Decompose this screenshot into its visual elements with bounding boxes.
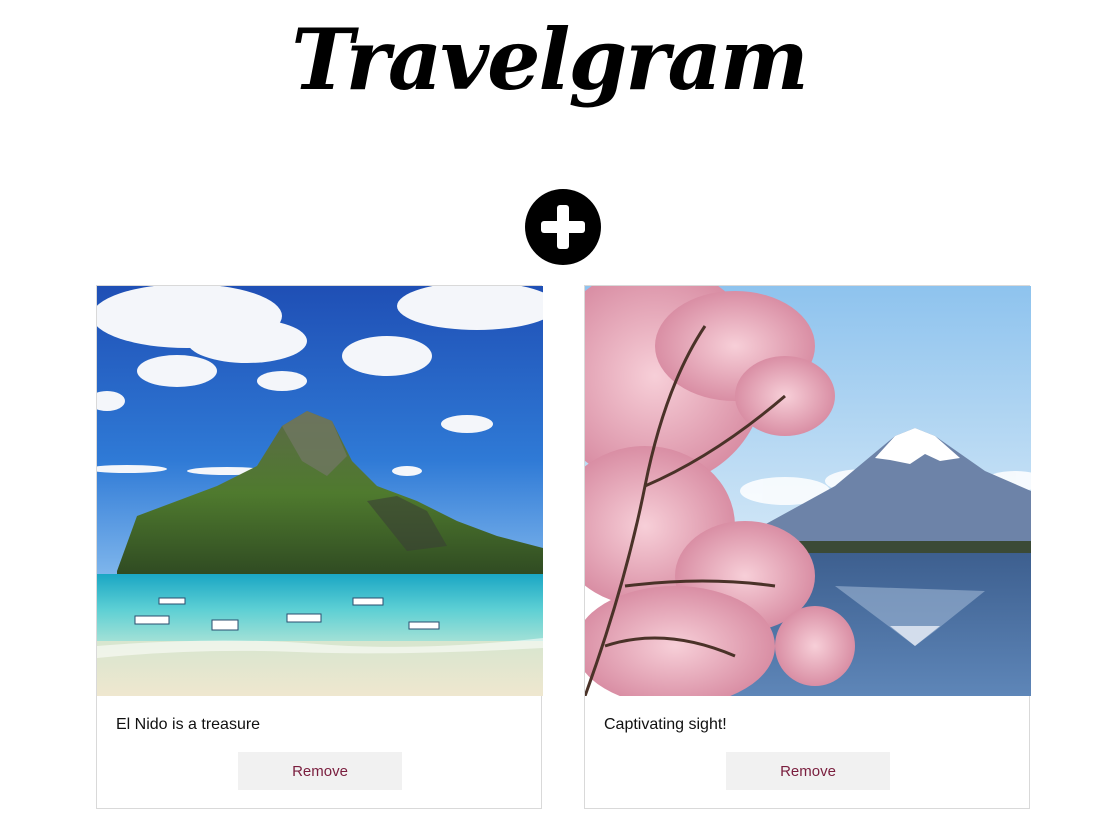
post-caption: Captivating sight! bbox=[604, 716, 727, 733]
remove-button[interactable]: Remove bbox=[726, 752, 890, 790]
app-header: Travelgram bbox=[0, 0, 1098, 180]
post-caption: El Nido is a treasure bbox=[116, 716, 261, 733]
post-image bbox=[97, 286, 543, 696]
app-logo: Travelgram bbox=[291, 10, 809, 109]
add-post-button[interactable] bbox=[525, 189, 601, 265]
post-card: Captivating sight! Remove bbox=[584, 285, 1031, 809]
post-image bbox=[585, 286, 1031, 696]
remove-button[interactable]: Remove bbox=[238, 752, 402, 790]
post-card: El Nido is a treasure Remove bbox=[96, 285, 543, 809]
